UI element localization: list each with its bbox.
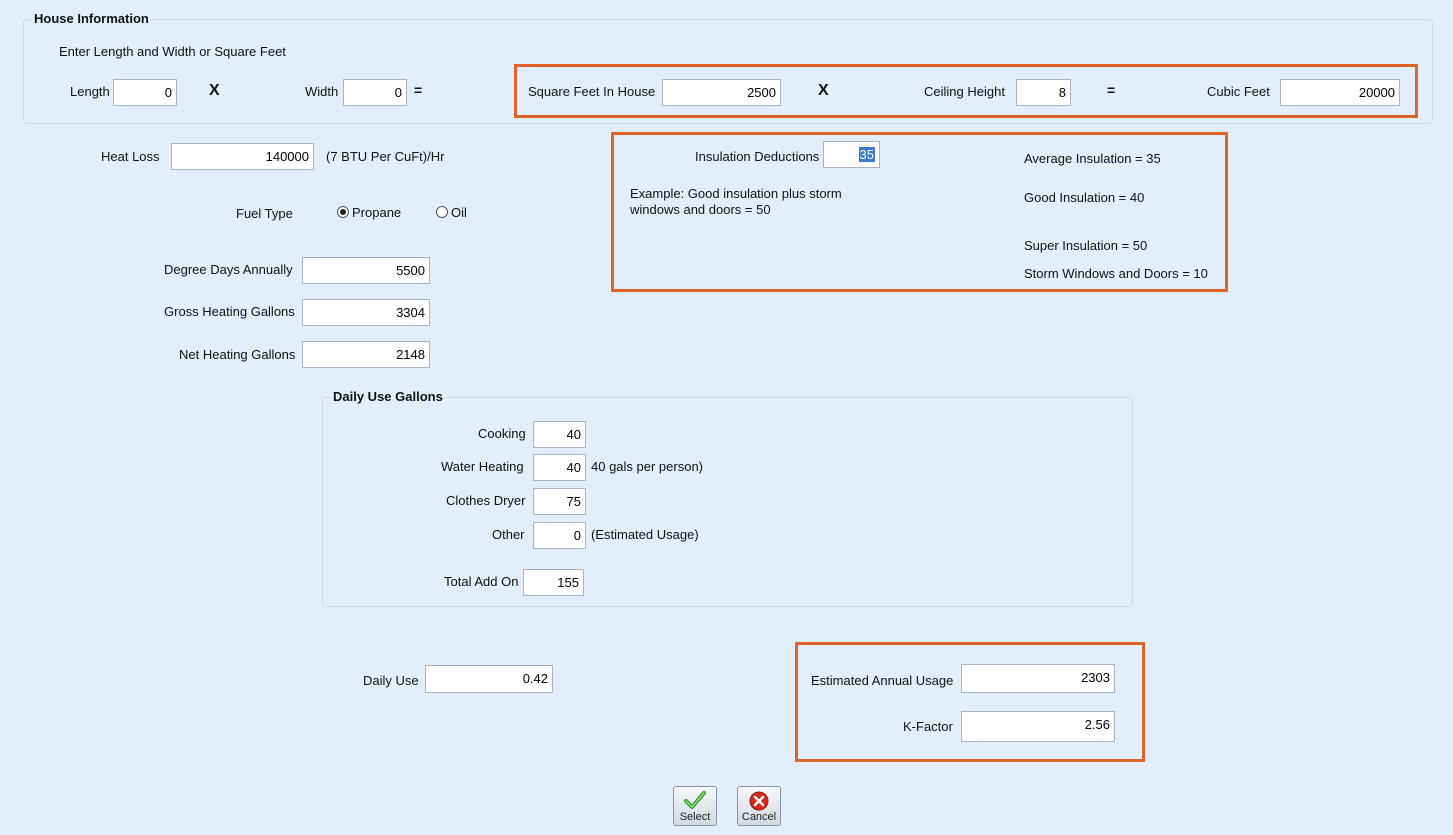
other-input[interactable]: 0 [533, 522, 586, 549]
cooking-label: Cooking [478, 426, 526, 441]
estimated-annual-usage-label: Estimated Annual Usage [811, 673, 954, 688]
insulation-example-line2: windows and doors = 50 [630, 202, 771, 217]
net-heating-input[interactable]: 2148 [302, 341, 430, 368]
average-insulation-text: Average Insulation = 35 [1024, 151, 1161, 166]
square-feet-label: Square Feet In House [528, 84, 656, 99]
equals-sign-2: = [1107, 82, 1116, 98]
k-factor-input[interactable]: 2.56 [961, 711, 1115, 742]
daily-use-label: Daily Use [363, 673, 419, 688]
select-button-label: Select [679, 811, 711, 823]
net-heating-label: Net Heating Gallons [179, 347, 296, 362]
estimated-annual-usage-input[interactable]: 2303 [961, 664, 1115, 693]
k-factor-label: K-Factor [903, 719, 953, 734]
super-insulation-text: Super Insulation = 50 [1024, 238, 1148, 253]
total-add-on-label: Total Add On [444, 574, 519, 589]
heat-loss-note: (7 BTU Per CuFt)/Hr [326, 149, 445, 164]
cubic-feet-input[interactable]: 20000 [1280, 79, 1400, 106]
square-feet-input[interactable]: 2500 [662, 79, 781, 106]
other-label: Other [492, 527, 525, 542]
width-input[interactable]: 0 [343, 79, 407, 106]
gross-heating-label: Gross Heating Gallons [164, 304, 295, 319]
instruction-text: Enter Length and Width or Square Feet [59, 44, 286, 59]
storm-windows-text: Storm Windows and Doors = 10 [1024, 266, 1208, 281]
fuel-type-label: Fuel Type [236, 206, 293, 221]
cooking-input[interactable]: 40 [533, 421, 586, 448]
insulation-example-line1: Example: Good insulation plus storm [630, 186, 842, 201]
cubic-feet-label: Cubic Feet [1207, 84, 1270, 99]
length-input[interactable]: 0 [113, 79, 177, 106]
good-insulation-text: Good Insulation = 40 [1024, 190, 1145, 205]
degree-days-label: Degree Days Annually [164, 262, 293, 277]
degree-days-input[interactable]: 5500 [302, 257, 430, 284]
times-sign-1: X [209, 82, 220, 99]
total-add-on-input[interactable]: 155 [523, 569, 584, 596]
insulation-deductions-value: 35 [858, 147, 875, 162]
house-information-title: House Information [31, 11, 152, 27]
clothes-dryer-input[interactable]: 75 [533, 488, 586, 515]
insulation-deductions-label: Insulation Deductions [695, 149, 820, 164]
daily-use-gallons-title: Daily Use Gallons [330, 389, 446, 405]
equals-sign-1: = [414, 82, 423, 98]
select-button[interactable]: Select [673, 786, 717, 826]
cancel-icon [749, 791, 769, 811]
propane-radio[interactable] [337, 206, 349, 218]
water-heating-label: Water Heating [441, 459, 524, 474]
heat-loss-label: Heat Loss [101, 149, 160, 164]
gross-heating-input[interactable]: 3304 [302, 299, 430, 326]
cancel-button-label: Cancel [741, 811, 777, 823]
heat-loss-input[interactable]: 140000 [171, 143, 314, 170]
water-heating-note: 40 gals per person) [591, 459, 704, 474]
other-note: (Estimated Usage) [591, 527, 699, 542]
cancel-button[interactable]: Cancel [737, 786, 781, 826]
oil-radio[interactable] [436, 206, 448, 218]
ceiling-height-input[interactable]: 8 [1016, 79, 1071, 106]
annual-usage-highlight [795, 642, 1145, 762]
propane-label[interactable]: Propane [352, 205, 401, 221]
width-label: Width [305, 84, 339, 99]
water-heating-input[interactable]: 40 [533, 454, 586, 481]
insulation-deductions-input[interactable]: 35 [823, 141, 880, 168]
ceiling-height-label: Ceiling Height [924, 84, 1005, 99]
times-sign-2: X [818, 82, 829, 99]
daily-use-input[interactable]: 0.42 [425, 665, 553, 693]
checkmark-icon [684, 791, 706, 809]
length-label: Length [70, 84, 110, 99]
clothes-dryer-label: Clothes Dryer [446, 493, 526, 508]
oil-label[interactable]: Oil [451, 205, 467, 221]
